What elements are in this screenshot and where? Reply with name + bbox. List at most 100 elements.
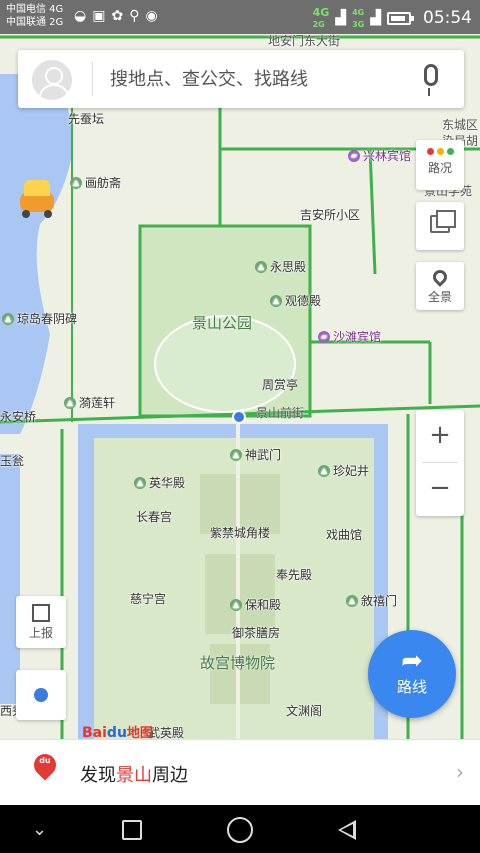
logo-ditu: 地图 [126,726,153,739]
network-indicator-1: 4G 2G [313,7,330,30]
search-input[interactable] [110,64,380,94]
poi[interactable]: ▲ 漪莲轩 [64,394,115,411]
signal-icon-2: ▟ [370,10,381,26]
back-button[interactable] [338,820,356,840]
net-a: 4G [312,5,330,19]
poi[interactable]: ▲ 永思殿 [255,258,306,275]
poi-label: 观德殿 [285,294,322,308]
poi[interactable]: ▰ 兴林宾馆 [348,147,411,164]
recents-button[interactable] [122,820,142,840]
poi-label: 保和殿 [245,598,282,612]
panorama-button[interactable]: 全景 [416,262,464,310]
poi[interactable]: ▲ 观德殿 [270,292,321,309]
chevron-down-icon[interactable]: ⌄ [32,819,47,840]
poi[interactable]: ▲ 保和殿 [230,596,281,613]
poi-label: 奉先殿 [276,568,313,582]
poi-label: 神武门 [245,448,282,462]
poi[interactable]: ▲ 敘禧门 [346,592,397,609]
poi-icon: ▲ [230,598,242,611]
traffic-icon [416,148,464,155]
status-bar: 中国电信 4G 中国联通 2G ◒ ▣ ✿ ⚲ ◉ 4G 2G ▟ 4G 3G … [0,0,480,34]
poi[interactable]: 永安桥 [0,408,36,425]
poi-label: 先蚕坛 [68,112,105,126]
microphone-icon[interactable] [424,64,438,86]
logo-bai: Bai [82,725,107,739]
report-button[interactable]: 上报 [16,596,66,648]
discover-nearby-bar[interactable]: du 发现景山周边 › [0,739,480,805]
poi[interactable]: ▲ 英华殿 [134,474,185,491]
poi-icon: ▲ [318,464,330,477]
traffic-button[interactable]: 路况 [416,140,464,190]
poi[interactable]: 慈宁宫 [130,590,166,607]
poi-icon: ▲ [270,294,282,307]
poi-label: 紫禁城角楼 [210,526,271,540]
avatar[interactable] [32,60,72,100]
discover-prefix: 发现 [80,765,116,786]
poi-label: 戏曲馆 [326,528,363,542]
baidu-pin-icon [29,749,61,781]
traffic-label: 路况 [427,161,452,175]
poi-icon: ▲ [230,448,242,461]
poi[interactable]: ▲ 画舫斋 [70,174,121,191]
layers-button[interactable] [416,202,464,250]
carrier-1: 中国电信 4G [6,4,64,15]
system-nav-bar: ⌄ [0,805,480,853]
microphone-base [428,88,434,96]
poi[interactable]: 紫禁城角楼 [210,524,270,541]
home-button[interactable] [227,817,253,843]
poi[interactable]: 玉瓮 [0,452,24,469]
beihai-lake [0,74,73,434]
west-water [0,454,20,704]
poi-label: 敘禧门 [361,594,398,608]
poi-label: 武英殿 [148,726,185,739]
route-button[interactable]: ➦ 路线 [368,630,456,718]
discover-place: 景山 [116,765,152,786]
net-d: 3G [352,20,365,29]
poi[interactable]: 长春宫 [136,508,172,525]
zoom-control: + − [416,410,464,516]
poi-icon: ▲ [2,312,14,325]
search-bar[interactable] [18,50,464,108]
wechat-icon: ◒ [74,8,87,24]
zoom-in-button[interactable]: + [416,410,464,462]
area-label: 景山公园 [192,314,253,332]
locate-button[interactable] [16,670,66,720]
zoom-out-button[interactable]: − [416,463,464,515]
route-arrow-icon: ➦ [401,646,423,676]
poi[interactable]: ▲ 琼岛春阴碑 [2,310,77,327]
report-label: 上报 [28,626,53,640]
carrier-info: 中国电信 4G 中国联通 2G [6,3,63,29]
poi-icon: ▲ [64,396,76,409]
logo-paw: du [106,725,127,739]
poi[interactable]: ▲ 神武门 [230,446,281,463]
poi-icon: ▲ [346,594,358,607]
street-label: 景山前街 [256,406,305,420]
discover-text: 发现景山周边 [80,761,188,787]
discover-suffix: 周边 [152,765,188,786]
poi-label: 长春宫 [136,510,173,524]
location-icon: ⚲ [129,8,140,24]
poi[interactable]: 文渊阁 [286,702,322,719]
car-icon[interactable] [14,176,60,222]
poi-label: 玉瓮 [0,454,25,468]
poi-label: 画舫斋 [85,176,122,190]
poi[interactable]: 先蚕坛 [68,110,104,127]
poi[interactable]: 奉先殿 [276,566,312,583]
poi-label: 吉安所小区 [300,208,361,222]
poi-label: 永安桥 [0,410,37,424]
music-icon: ◉ [145,8,158,24]
poi[interactable]: 戏曲馆 [326,526,362,543]
notification-icons: ◒ ▣ ✿ ⚲ ◉ [74,8,158,24]
route-label: 路线 [396,678,427,696]
street-label: 地安门东大街 [268,34,341,48]
area-label: 故宫博物院 [200,654,276,672]
hotel-icon: ▰ [348,149,360,162]
poi[interactable]: ▰ 沙滩宾馆 [318,328,381,345]
cat-icon: ✿ [111,8,124,24]
poi[interactable]: 周赏亭 [262,376,298,393]
poi[interactable]: ▲ 珍妃井 [318,462,369,479]
poi[interactable]: 吉安所小区 [300,206,360,223]
poi-label: 文渊阁 [286,704,323,718]
poi[interactable]: 御茶膳房 [232,624,280,641]
poi[interactable]: 武英殿 [148,724,184,739]
